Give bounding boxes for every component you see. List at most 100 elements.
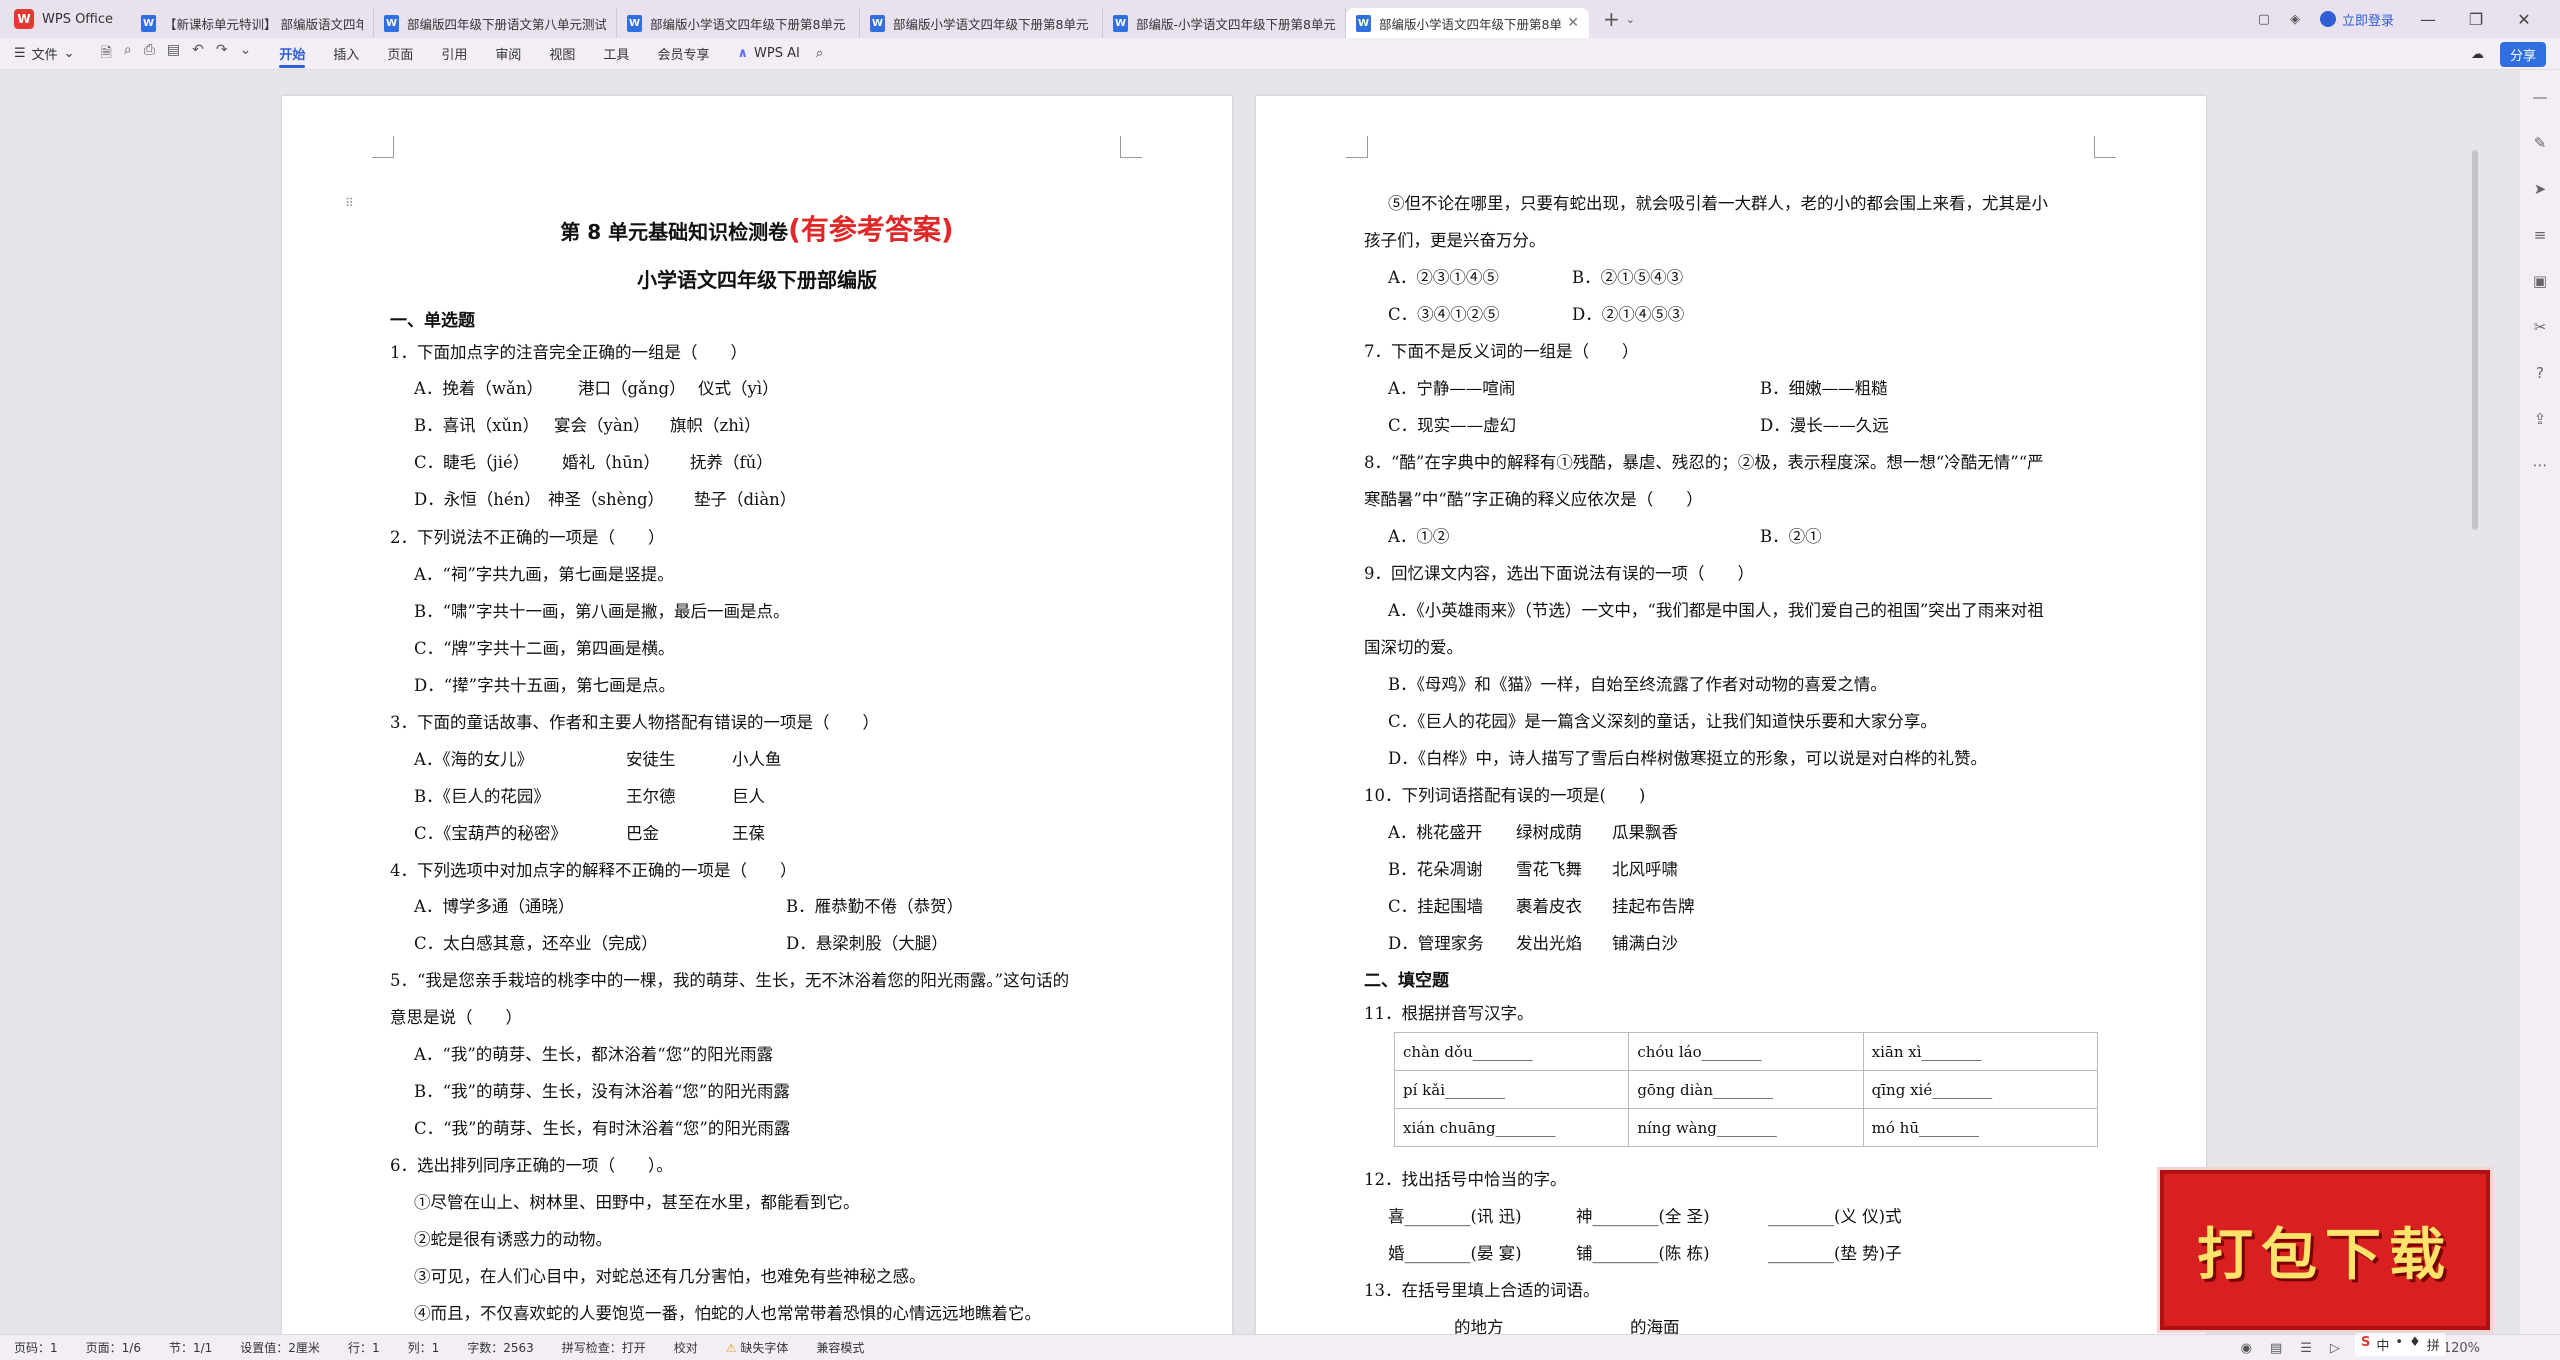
pen-icon[interactable]: ✎ bbox=[2534, 134, 2547, 152]
doc-tab-2[interactable]: W 部编版四年级下册语文第八单元测试 bbox=[374, 8, 618, 38]
help-icon[interactable]: ? bbox=[2536, 364, 2544, 382]
wps-home-tab[interactable]: W WPS Office bbox=[0, 0, 131, 38]
minimize-icon[interactable]: — bbox=[2414, 10, 2442, 29]
zoom-level[interactable]: 120% bbox=[2443, 1341, 2480, 1356]
doc-tab-label: 部编版四年级下册语文第八单元测试 bbox=[407, 16, 607, 32]
hamburger-icon: ☰ bbox=[14, 46, 26, 61]
banner-text: 打包下载 bbox=[2197, 1221, 2453, 1288]
file-menu[interactable]: ☰ 文件 ⌄ bbox=[0, 44, 87, 63]
play-icon[interactable]: ▷ bbox=[2330, 1341, 2340, 1356]
close-icon[interactable]: ✕ bbox=[1567, 15, 1579, 31]
adjust-icon[interactable]: ≡ bbox=[2534, 226, 2547, 244]
cursor-icon[interactable]: ➤ bbox=[2534, 180, 2547, 198]
document-workspace[interactable]: ⠿ 第 8 单元基础知识检测卷(有参考答案) 小学语文四年级下册部编版 一、单选… bbox=[0, 70, 2520, 1334]
option: B．雁恭勤不倦（恭贺） bbox=[786, 897, 964, 916]
margin-mark bbox=[372, 136, 394, 158]
status-proof[interactable]: 校对 bbox=[660, 1339, 712, 1356]
restore-icon[interactable]: ❐ bbox=[2462, 10, 2490, 29]
table-cell[interactable]: xián chuāng________ bbox=[1393, 1108, 1630, 1147]
status-spellcheck[interactable]: 拼写检查：打开 bbox=[548, 1339, 660, 1356]
print-preview-icon[interactable]: ▤ bbox=[167, 42, 180, 66]
table-cell[interactable]: qīng xié________ bbox=[1862, 1070, 2099, 1109]
drag-handle-icon[interactable]: ⠿ bbox=[345, 196, 354, 210]
option: C．挂起围墙 bbox=[1388, 897, 1484, 916]
document-page-2[interactable]: ⑤但不论在哪里，只要有蛇出现，就会吸引着一大群人，老的小的都会围上来看，尤其是小… bbox=[1256, 96, 2206, 1334]
download-banner[interactable]: 打包下载 bbox=[2160, 1170, 2490, 1330]
status-missing-font[interactable]: ⚠ 缺失字体 bbox=[712, 1339, 803, 1356]
status-bar: 页码：1 页面：1/6 节：1/1 设置值：2厘米 行：1 列：1 字数：256… bbox=[0, 1334, 2560, 1360]
doc-tab-label: 部编版小学语文四年级下册第8单元 bbox=[1379, 16, 1562, 32]
ime-mode[interactable]: 中 bbox=[2376, 1335, 2389, 1354]
table-cell[interactable]: xiān xì________ bbox=[1862, 1032, 2099, 1071]
plus-icon[interactable]: + bbox=[1603, 7, 1620, 31]
option: 垫子（diàn） bbox=[694, 490, 797, 509]
tab-insert[interactable]: 插入 bbox=[319, 38, 373, 70]
chevron-down-icon[interactable]: ⌄ bbox=[240, 42, 252, 66]
tab-review[interactable]: 审阅 bbox=[481, 38, 535, 70]
outline-view-icon[interactable]: ☰ bbox=[2300, 1341, 2312, 1356]
doc-tab-1[interactable]: W 【新课标单元特训】 部编版语文四年 bbox=[131, 8, 375, 38]
status-section[interactable]: 节：1/1 bbox=[155, 1339, 226, 1356]
section-heading: 一、单选题 bbox=[390, 311, 475, 331]
ime-pinyin[interactable]: 拼 bbox=[2427, 1335, 2440, 1354]
layout-icon[interactable]: ▢ bbox=[2258, 12, 2270, 27]
file-menu-label: 文件 bbox=[31, 48, 58, 63]
image-icon[interactable]: ▣ bbox=[2533, 272, 2547, 290]
option: 仪式（yì） bbox=[698, 379, 779, 398]
chevron-down-icon[interactable]: ⌄ bbox=[1626, 13, 1635, 26]
chevron-down-icon: ⌄ bbox=[63, 46, 75, 61]
tab-references[interactable]: 引用 bbox=[427, 38, 481, 70]
table-cell[interactable]: gōng diàn________ bbox=[1628, 1070, 1864, 1109]
tab-label: 开始 bbox=[279, 48, 306, 63]
doc-tab-3[interactable]: W 部编版小学语文四年级下册第8单元 bbox=[617, 8, 861, 38]
tab-home[interactable]: 开始 bbox=[265, 38, 319, 70]
tab-view[interactable]: 视图 bbox=[535, 38, 589, 70]
wps-ai-button[interactable]: ∧ WPS AI bbox=[737, 46, 799, 61]
find-icon[interactable]: ⌕ bbox=[124, 42, 132, 66]
cloud-icon[interactable]: ☁ bbox=[2471, 47, 2484, 62]
save-icon[interactable]: 🗎 bbox=[101, 42, 112, 66]
fill-item: 神________(全 圣) bbox=[1576, 1207, 1710, 1226]
tab-tools[interactable]: 工具 bbox=[589, 38, 643, 70]
print-icon[interactable]: ⎙ bbox=[144, 42, 155, 66]
tab-member[interactable]: 会员专享 bbox=[643, 38, 723, 70]
ime-punct[interactable]: • bbox=[2395, 1335, 2403, 1354]
status-pages[interactable]: 页面：1/6 bbox=[72, 1339, 155, 1356]
doc-tab-6-active[interactable]: W 部编版小学语文四年级下册第8单元 ✕ bbox=[1346, 8, 1590, 38]
table-cell[interactable]: chóu láo________ bbox=[1628, 1032, 1864, 1071]
page-view-icon[interactable]: ▤ bbox=[2270, 1341, 2282, 1356]
option: 婚礼（hūn） bbox=[562, 453, 660, 472]
vertical-scrollbar[interactable] bbox=[2472, 150, 2478, 530]
doc-title: 第 8 单元基础知识检测卷(有参考答案) bbox=[390, 208, 1124, 248]
status-setting[interactable]: 设置值：2厘米 bbox=[226, 1339, 334, 1356]
table-cell[interactable]: níng wàng________ bbox=[1628, 1108, 1864, 1147]
option: C．《巨人的花园》是一篇含义深刻的童话，让我们知道快乐要和大家分享。 bbox=[1388, 712, 1937, 731]
close-window-icon[interactable]: ✕ bbox=[2510, 10, 2538, 29]
table-cell[interactable]: chàn dǒu________ bbox=[1393, 1032, 1630, 1071]
more-icon[interactable]: ⋯ bbox=[2533, 456, 2548, 474]
eye-icon[interactable]: ◉ bbox=[2241, 1341, 2252, 1356]
doc-tab-5[interactable]: W 部编版-小学语文四年级下册第8单元 bbox=[1103, 8, 1347, 38]
search-icon[interactable]: ⌕ bbox=[816, 46, 823, 61]
document-page-1[interactable]: ⠿ 第 8 单元基础知识检测卷(有参考答案) 小学语文四年级下册部编版 一、单选… bbox=[282, 96, 1232, 1334]
ime-toolbar[interactable]: S 中 • ♦ 拼 bbox=[2355, 1333, 2446, 1356]
status-words[interactable]: 字数：2563 bbox=[453, 1339, 548, 1356]
status-page[interactable]: 页码：1 bbox=[0, 1339, 72, 1356]
collapse-icon[interactable]: — bbox=[2533, 88, 2548, 106]
skin-icon[interactable]: ◈ bbox=[2290, 12, 2300, 27]
share-icon[interactable]: ⇪ bbox=[2534, 410, 2547, 428]
undo-icon[interactable]: ↶ bbox=[192, 42, 204, 66]
tools-icon[interactable]: ✂ bbox=[2534, 318, 2547, 336]
login-button[interactable]: 立即登录 bbox=[2319, 10, 2394, 29]
ime-skin[interactable]: ♦ bbox=[2409, 1335, 2421, 1354]
doc-tab-4[interactable]: W 部编版小学语文四年级下册第8单元 bbox=[860, 8, 1104, 38]
redo-icon[interactable]: ↷ bbox=[216, 42, 228, 66]
table-cell[interactable]: mó hū________ bbox=[1862, 1108, 2099, 1147]
option: 绿树成荫 bbox=[1516, 823, 1582, 842]
table-cell[interactable]: pí kǎi________ bbox=[1393, 1070, 1630, 1109]
share-button[interactable]: 分享 bbox=[2499, 41, 2546, 67]
option: B．花朵凋谢 bbox=[1388, 860, 1483, 879]
option: A．博学多通（通晓） bbox=[414, 897, 575, 916]
tab-page[interactable]: 页面 bbox=[373, 38, 427, 70]
option: 港口（gǎng） bbox=[578, 379, 686, 398]
